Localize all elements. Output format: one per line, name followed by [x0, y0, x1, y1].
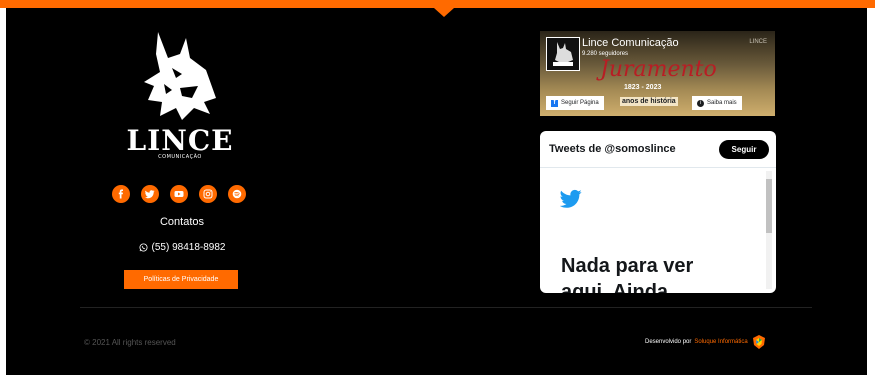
twitter-follow-button[interactable]: Seguir: [719, 140, 769, 159]
scrollbar-thumb[interactable]: [766, 179, 772, 233]
facebook-corner-logo: LINCE: [749, 39, 767, 45]
developer-credit[interactable]: Desenvolvido por Soluque Informática: [645, 334, 767, 350]
twitter-icon: [145, 190, 155, 199]
facebook-follow-label: Seguir Página: [561, 100, 599, 106]
twitter-bird-icon: [560, 189, 582, 208]
instagram-icon: [203, 189, 213, 199]
facebook-page-widget[interactable]: Lince Comunicação 9.280 seguidores Juram…: [540, 31, 775, 116]
site-footer: LINCE COMUNICAÇÃO Contatos (55) 98418-89…: [0, 0, 875, 381]
youtube-link[interactable]: [170, 185, 188, 203]
page-edge-bottom: [0, 375, 875, 381]
twitter-empty-message: Nada para ver aqui. Ainda: [561, 255, 694, 293]
phone-number: (55) 98418-8982: [151, 242, 226, 253]
soluque-logo-icon: [752, 335, 765, 349]
social-links: [112, 185, 252, 203]
facebook-banner-script: Juramento: [600, 57, 717, 82]
facebook-f-icon: f: [551, 99, 558, 107]
spotify-link[interactable]: [228, 185, 246, 203]
youtube-icon: [174, 191, 184, 197]
lynx-avatar-icon: [553, 42, 573, 66]
facebook-icon: [118, 189, 123, 199]
lynx-head-icon: [144, 32, 216, 120]
facebook-learn-more-label: Saiba mais: [707, 100, 737, 106]
facebook-page-name[interactable]: Lince Comunicação: [582, 37, 679, 49]
phone-contact[interactable]: (55) 98418-8982: [110, 242, 254, 253]
facebook-page-avatar[interactable]: [546, 37, 580, 71]
contacts-heading: Contatos: [159, 216, 205, 228]
spotify-icon: [232, 189, 242, 199]
developer-company-link[interactable]: Soluque Informática: [694, 339, 747, 345]
twitter-widget-header: Tweets de @somoslince Seguir: [540, 131, 776, 168]
facebook-follow-button[interactable]: f Seguir Página: [546, 96, 604, 110]
orange-top-bar: [0, 0, 875, 8]
facebook-banner-caption: anos de história: [620, 97, 678, 106]
twitter-widget-scrollbar[interactable]: [766, 171, 772, 289]
twitter-timeline-widget[interactable]: Tweets de @somoslince Seguir Nada para v…: [540, 131, 776, 293]
copyright-text: © 2021 All rights reserved: [84, 338, 176, 347]
instagram-link[interactable]: [199, 185, 217, 203]
twitter-link[interactable]: [141, 185, 159, 203]
info-icon: i: [697, 99, 704, 107]
top-notch: [434, 8, 454, 17]
twitter-widget-title[interactable]: Tweets de @somoslince: [549, 143, 676, 155]
facebook-banner-years: 1823 - 2023: [624, 84, 662, 91]
logo-wordmark: LINCE: [126, 124, 234, 157]
developed-by-label: Desenvolvido por: [645, 339, 692, 345]
privacy-policy-button[interactable]: Políticas de Privacidade: [124, 270, 238, 289]
logo-subtitle: COMUNICAÇÃO: [158, 154, 202, 160]
page-edge-left: [0, 8, 6, 381]
lince-logo[interactable]: LINCE COMUNICAÇÃO: [120, 28, 240, 163]
footer-divider: [80, 307, 812, 308]
whatsapp-icon: [139, 243, 148, 252]
facebook-learn-more-button[interactable]: i Saiba mais: [692, 96, 742, 110]
page-edge-right: [867, 8, 875, 381]
facebook-link[interactable]: [112, 185, 130, 203]
